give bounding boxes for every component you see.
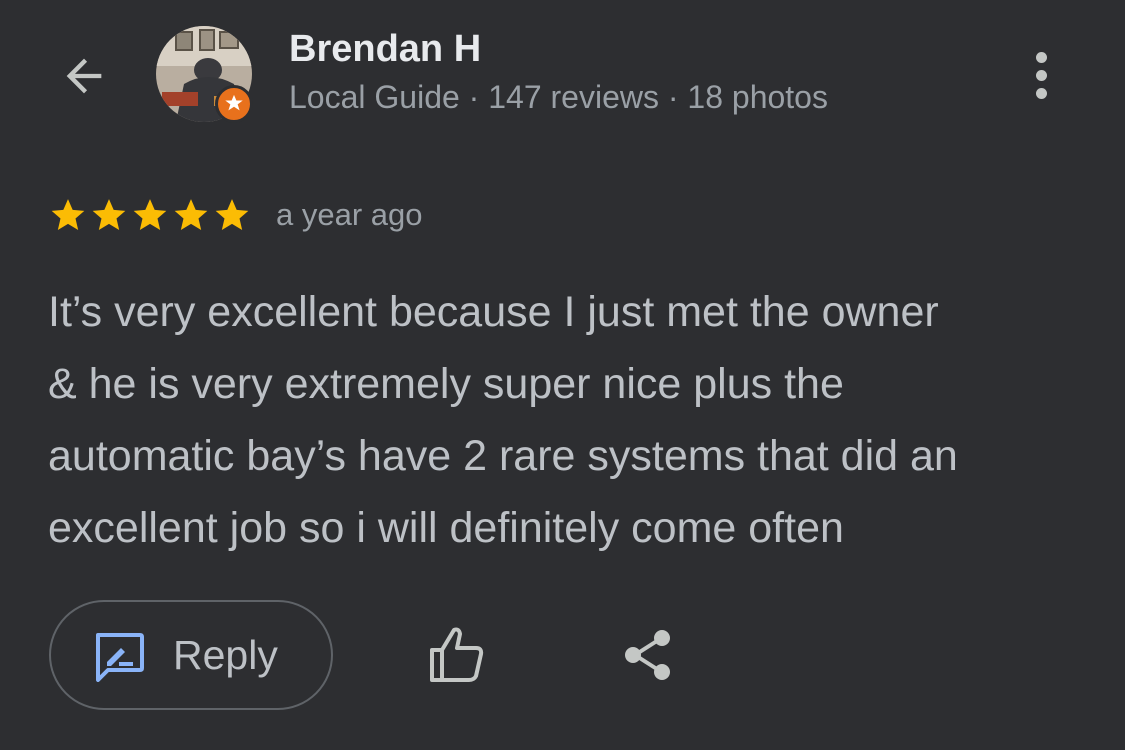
local-guide-badge-icon: [215, 85, 253, 123]
more-vert-icon-dot: [1035, 87, 1047, 99]
star-icon: [174, 199, 208, 230]
back-button[interactable]: [52, 44, 116, 108]
star-icon: [92, 199, 126, 230]
star-icon: [51, 199, 85, 230]
like-button[interactable]: [424, 624, 488, 684]
share-button[interactable]: [620, 626, 678, 684]
review-text-line: excellent job so i will definitely come …: [48, 504, 844, 552]
reply-label: Reply: [173, 632, 278, 678]
rating-row: a year ago: [48, 194, 423, 236]
share-icon: [625, 630, 670, 680]
star-icon: [133, 199, 167, 230]
more-options-button[interactable]: [1015, 45, 1067, 105]
review-text: It’s very excellent because I just met t…: [48, 276, 1108, 564]
more-vert-icon-dot: [1035, 69, 1047, 81]
arrow-back-icon: [66, 58, 102, 94]
review-page: Brendan H Local Guide · 147 reviews · 18…: [0, 0, 1125, 750]
review-text-line: It’s very excellent because I just met t…: [48, 288, 939, 336]
reviewer-meta: Local Guide · 147 reviews · 18 photos: [289, 79, 828, 115]
reply-button[interactable]: Reply: [49, 600, 333, 710]
reviewer-name[interactable]: Brendan H: [289, 28, 481, 71]
more-vert-icon: [1035, 51, 1047, 63]
review-text-line: & he is very extremely super nice plus t…: [48, 360, 844, 408]
review-time: a year ago: [276, 197, 423, 232]
star-icon: [215, 199, 249, 230]
review-text-line: automatic bay’s have 2 rare systems that…: [48, 432, 958, 480]
rate-review-icon: [96, 633, 144, 682]
star-rating: [48, 195, 252, 235]
thumb-up-outline-icon: [430, 627, 484, 682]
